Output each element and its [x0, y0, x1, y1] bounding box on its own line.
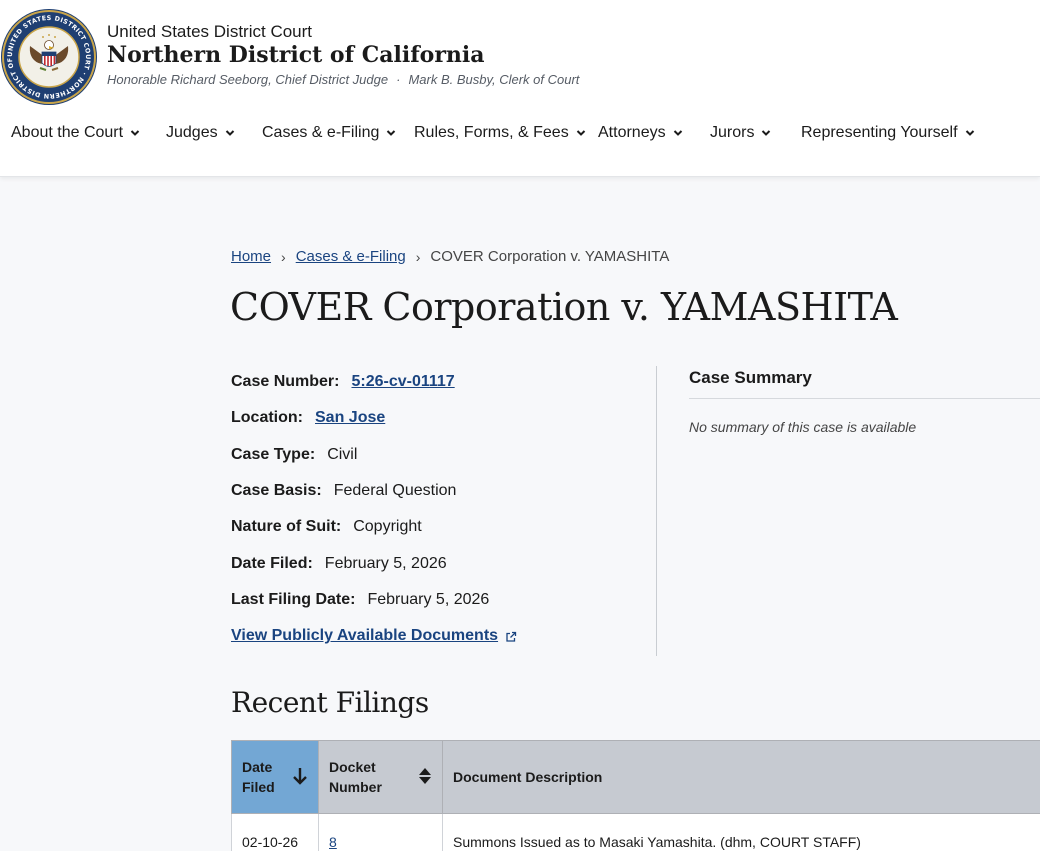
field-label: Case Basis: — [231, 482, 322, 500]
case-number-link[interactable]: 5:26-cv-01117 — [351, 373, 454, 391]
nav-attorneys[interactable]: Attorneys — [598, 124, 683, 142]
column-header-document-description: Document Description — [442, 740, 1040, 814]
chief-judge: Honorable Richard Seeborg, Chief Distric… — [107, 72, 389, 87]
field-value: Copyright — [353, 518, 422, 536]
view-documents-link[interactable]: View Publicly Available Documents — [231, 627, 517, 645]
nav-cases-e-filing[interactable]: Cases & e-Filing — [262, 124, 396, 142]
field-value: February 5, 2026 — [367, 590, 490, 608]
case-type-row: Case Type: Civil — [231, 437, 631, 473]
nav-judges[interactable]: Judges — [166, 124, 235, 142]
documents-row: View Publicly Available Documents — [231, 618, 631, 654]
field-value: February 5, 2026 — [324, 554, 447, 572]
nature-of-suit-row: Nature of Suit: Copyright — [231, 509, 631, 545]
officer-separator: · — [396, 72, 401, 87]
field-label: Location: — [231, 409, 303, 427]
chevron-down-icon — [965, 128, 975, 138]
clerk-of-court: Mark B. Busby, Clerk of Court — [408, 72, 580, 87]
location-link[interactable]: San Jose — [315, 409, 385, 427]
nav-label: Judges — [166, 124, 218, 141]
case-basis-row: Case Basis: Federal Question — [231, 473, 631, 509]
filings-table: Date Filed Docket Number Document Descript… — [231, 740, 1040, 851]
nav-label: Representing Yourself — [801, 124, 958, 141]
breadcrumb-home-link[interactable]: Home — [231, 248, 271, 265]
site-header: UNITED STATES DISTRICT COURT · NORTHERN … — [0, 0, 1040, 177]
docket-number-link[interactable]: 8 — [329, 834, 337, 850]
field-label: Date Filed: — [231, 554, 313, 572]
nav-label: Rules, Forms, & Fees — [414, 124, 569, 141]
field-label: Case Number: — [231, 373, 340, 391]
court-type: United States District Court — [107, 22, 313, 41]
date-filed-row: Date Filed: February 5, 2026 — [231, 545, 631, 581]
field-label: Last Filing Date: — [231, 590, 356, 608]
table-header-row: Date Filed Docket Number Document Descript… — [231, 740, 1040, 814]
breadcrumb: Home › Cases & e-Filing › COVER Corporat… — [231, 248, 669, 265]
field-label: Nature of Suit: — [231, 518, 342, 536]
chevron-down-icon — [673, 128, 683, 138]
external-link-icon — [505, 630, 517, 642]
view-documents-label: View Publicly Available Documents — [231, 627, 499, 645]
arrow-down-icon — [292, 766, 308, 789]
court-name[interactable]: Northern District of California — [107, 42, 485, 68]
location-row: Location: San Jose — [231, 400, 631, 436]
page-title: COVER Corporation v. YAMASHITA — [230, 285, 898, 329]
chevron-down-icon — [386, 128, 396, 138]
nav-about-the-court[interactable]: About the Court — [11, 124, 140, 142]
column-divider — [656, 366, 657, 656]
column-header-docket-number[interactable]: Docket Number — [318, 740, 443, 814]
court-seal-icon[interactable]: UNITED STATES DISTRICT COURT · NORTHERN … — [0, 2, 98, 106]
nav-label: Jurors — [710, 124, 755, 141]
nav-jurors[interactable]: Jurors — [710, 124, 771, 142]
column-header-date-filed[interactable]: Date Filed — [231, 740, 319, 814]
column-header-label: Document Description — [453, 769, 603, 785]
nav-rules-forms-fees[interactable]: Rules, Forms, & Fees — [414, 124, 586, 142]
field-value: Federal Question — [333, 482, 457, 500]
case-details: Case Number: 5:26-cv-01117 Location: San… — [231, 364, 631, 654]
breadcrumb-separator-icon: › — [281, 248, 286, 265]
column-header-label: Docket Number — [329, 759, 382, 795]
breadcrumb-current: COVER Corporation v. YAMASHITA — [430, 248, 670, 265]
breadcrumb-separator-icon: › — [415, 248, 421, 265]
filing-date-cell: 02-10-26 — [231, 813, 319, 851]
docket-number-cell: 8 — [318, 813, 443, 851]
case-summary-heading: Case Summary — [689, 368, 812, 387]
sort-icon — [418, 766, 432, 789]
field-value: Civil — [327, 445, 358, 463]
last-filing-date-row: Last Filing Date: February 5, 2026 — [231, 582, 631, 618]
chevron-down-icon — [130, 128, 140, 138]
nav-label: About the Court — [11, 124, 124, 141]
chevron-down-icon — [576, 128, 586, 138]
nav-label: Cases & e-Filing — [262, 124, 380, 141]
nav-label: Attorneys — [598, 124, 666, 141]
field-label: Case Type: — [231, 445, 316, 463]
table-row: 02-10-26 8 Summons Issued as to Masaki Y… — [231, 813, 1040, 851]
court-officers: Honorable Richard Seeborg, Chief Distric… — [107, 72, 579, 87]
case-number-row: Case Number: 5:26-cv-01117 — [231, 364, 631, 400]
recent-filings-heading: Recent Filings — [231, 686, 429, 719]
column-header-label: Date Filed — [242, 759, 275, 795]
chevron-down-icon — [761, 128, 771, 138]
summary-divider — [689, 398, 1040, 399]
case-summary-text: No summary of this case is available — [689, 419, 917, 435]
breadcrumb-cases-link[interactable]: Cases & e-Filing — [296, 248, 406, 265]
chevron-down-icon — [225, 128, 235, 138]
nav-representing-yourself[interactable]: Representing Yourself — [801, 124, 975, 142]
document-description-cell: Summons Issued as to Masaki Yamashita. (… — [442, 813, 1040, 851]
